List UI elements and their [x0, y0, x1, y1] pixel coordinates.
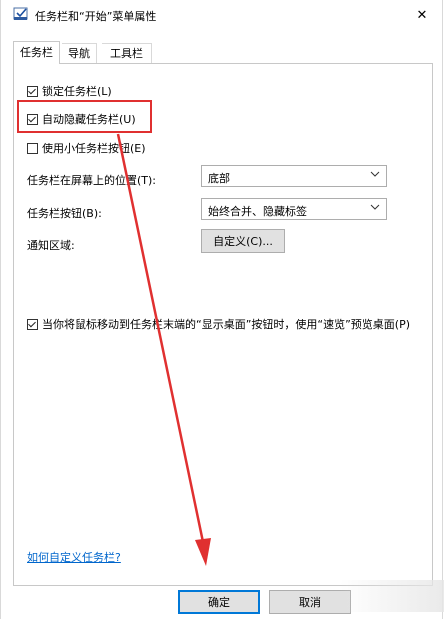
checkbox-box[interactable]	[27, 318, 38, 330]
title-bar[interactable]: 任务栏和“开始”菜单属性 ✕	[1, 0, 442, 30]
buttons-select[interactable]: 始终合并、隐藏标签	[201, 198, 387, 220]
checkbox-box[interactable]	[27, 85, 38, 97]
buttons-value: 始终合并、隐藏标签	[208, 205, 307, 218]
tab-taskbar[interactable]: 任务栏	[13, 41, 60, 64]
close-button[interactable]: ✕	[402, 0, 442, 30]
window-title: 任务栏和“开始”菜单属性	[35, 10, 157, 23]
ok-button[interactable]: 确定	[178, 590, 260, 614]
chevron-down-icon	[370, 204, 380, 210]
lock-taskbar-checkbox[interactable]: 锁定任务栏(L)	[27, 83, 112, 99]
small-buttons-checkbox[interactable]: 使用小任务栏按钮(E)	[27, 140, 146, 156]
tab-toolbars[interactable]: 工具栏	[102, 43, 152, 63]
notification-area-label: 通知区域:	[27, 239, 75, 252]
cancel-button[interactable]: 取消	[269, 590, 351, 614]
peek-checkbox[interactable]: 当你将鼠标移动到任务栏末端的“显示桌面”按钮时，使用“速览”预览桌面(P)	[27, 316, 410, 332]
location-value: 底部	[208, 172, 230, 185]
taskbar-properties-icon	[13, 7, 28, 20]
chevron-down-icon	[370, 171, 380, 177]
watermark	[340, 580, 444, 612]
properties-dialog: 任务栏和“开始”菜单属性 ✕ 任务栏 导航 工具栏 锁定任务栏(L) 自动隐藏任…	[0, 0, 443, 619]
customize-button[interactable]: 自定义(C)...	[201, 229, 285, 253]
peek-label: 当你将鼠标移动到任务栏末端的“显示桌面”按钮时，使用“速览”预览桌面(P)	[42, 318, 411, 331]
location-label: 任务栏在屏幕上的位置(T):	[27, 174, 157, 187]
checkbox-box[interactable]	[27, 142, 38, 154]
help-link[interactable]: 如何自定义任务栏?	[27, 549, 121, 565]
lock-taskbar-label: 锁定任务栏(L)	[42, 85, 112, 98]
small-buttons-label: 使用小任务栏按钮(E)	[42, 142, 146, 155]
location-select[interactable]: 底部	[201, 165, 387, 187]
annotation-highlight-box	[17, 100, 152, 133]
close-icon: ✕	[416, 7, 428, 23]
tab-navigation[interactable]: 导航	[62, 43, 97, 63]
buttons-label: 任务栏按钮(B):	[27, 207, 102, 220]
